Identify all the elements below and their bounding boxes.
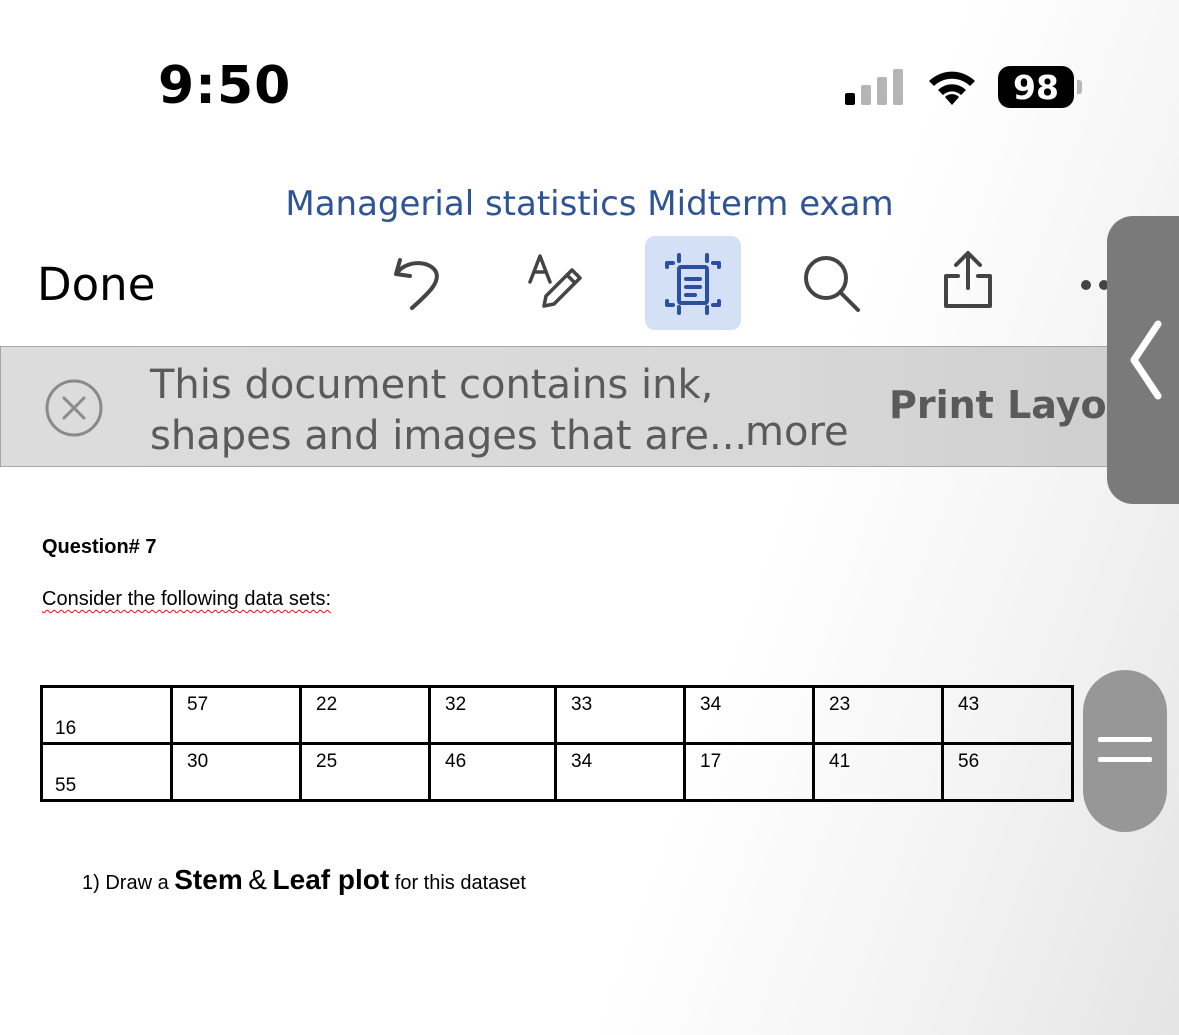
table-cell: 57 <box>170 685 302 745</box>
banner-line-1: This document contains ink, <box>150 362 714 408</box>
task-instruction: 1) Draw a Stem & Leaf plot for this data… <box>82 864 526 896</box>
done-button[interactable]: Done <box>37 258 155 311</box>
battery-indicator: 98 <box>998 66 1074 108</box>
table-cell: 56 <box>941 742 1074 802</box>
chevron-left-icon <box>1130 320 1162 400</box>
grip-icon <box>1098 737 1152 762</box>
status-time: 9:50 <box>158 56 292 116</box>
table-cell: 32 <box>428 685 557 745</box>
table-cell: 16 <box>40 685 173 745</box>
table-cell: 17 <box>683 742 815 802</box>
task-ampersand: & <box>248 864 267 895</box>
focus-view-icon[interactable] <box>661 251 725 315</box>
banner-message: This document contains ink, shapes and i… <box>150 360 748 462</box>
search-icon[interactable] <box>800 252 864 316</box>
table-cell: 25 <box>299 742 431 802</box>
more-icon[interactable] <box>1080 279 1110 291</box>
banner-more-link[interactable]: more <box>745 409 849 455</box>
battery-tip <box>1077 80 1082 94</box>
cellular-signal-icon <box>845 69 903 105</box>
table-cell: 43 <box>941 685 1074 745</box>
table-cell: 34 <box>554 742 686 802</box>
pen-format-icon[interactable] <box>522 250 586 314</box>
table-row: 16 57 22 32 33 34 23 43 <box>40 685 1074 745</box>
table-cell: 22 <box>299 685 431 745</box>
table-row: 55 30 25 46 34 17 41 56 <box>40 742 1074 802</box>
table-cell: 55 <box>40 742 173 802</box>
table-cell: 34 <box>683 685 815 745</box>
intro-text: Consider the following data sets: <box>42 588 332 610</box>
table-cell: 30 <box>170 742 302 802</box>
task-stem: Stem <box>174 864 243 895</box>
task-suffix: for this dataset <box>389 872 526 894</box>
data-table: 16 57 22 32 33 34 23 43 55 30 25 46 34 1… <box>40 685 1074 802</box>
table-cell: 23 <box>812 685 944 745</box>
share-icon[interactable] <box>936 248 1000 312</box>
table-cell: 33 <box>554 685 686 745</box>
document-title[interactable]: Managerial statistics Midterm exam <box>0 184 1179 224</box>
table-cell: 41 <box>812 742 944 802</box>
wifi-icon <box>929 71 975 105</box>
close-icon[interactable] <box>44 378 104 438</box>
table-cell: 46 <box>428 742 557 802</box>
print-layout-button[interactable]: Print Layou <box>889 383 1110 427</box>
banner-line-2: shapes and images that are... <box>150 413 748 459</box>
question-heading: Question# 7 <box>42 536 157 558</box>
task-prefix: 1) Draw a <box>82 872 175 894</box>
undo-icon[interactable] <box>386 250 450 314</box>
task-leaf: Leaf plot <box>272 864 390 895</box>
